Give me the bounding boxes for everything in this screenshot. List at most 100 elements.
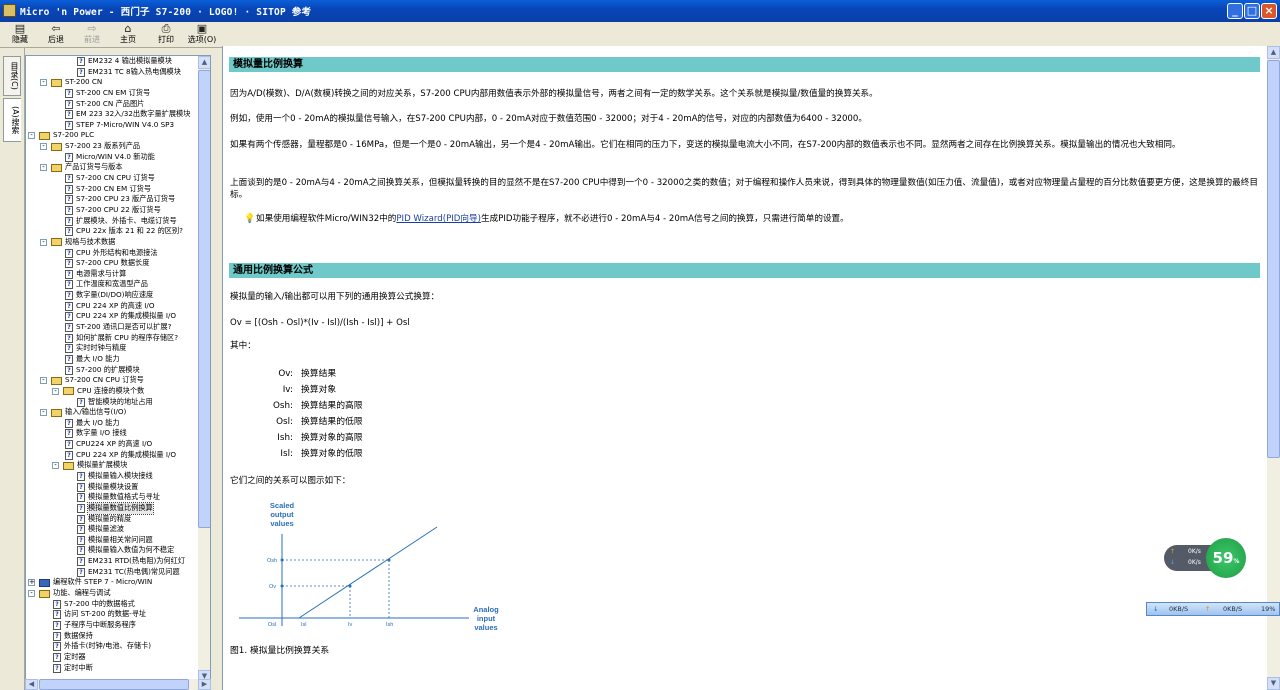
tree-topic-item[interactable]: ? CPU 224 XP 的集成模拟量 I/O — [26, 450, 198, 461]
tree-topic-item[interactable]: ? Micro/WIN V4.0 新功能 — [26, 152, 198, 163]
tree-topic-item[interactable]: ? 数据保持 — [26, 631, 198, 642]
tree-item-label: CPU 224 XP 的集成模拟量 I/O — [76, 449, 177, 459]
tree-topic-item[interactable]: ? EM231 TC 8输入热电偶模块 — [26, 67, 198, 78]
tree-horizontal-scrollbar[interactable]: ◀ ▶ — [25, 679, 211, 690]
scroll-left-button[interactable]: ◀ — [25, 679, 38, 690]
tree-topic-item[interactable]: ? S7-200 CPU 数据长度 — [26, 258, 198, 269]
content-scroll-up-button[interactable]: ▲ — [1267, 46, 1280, 59]
collapse-icon[interactable]: - — [40, 79, 47, 87]
tree-topic-item[interactable]: ? S7-200 CN EM 订货号 — [26, 184, 198, 195]
back-button[interactable]: ⇦ 后退 — [42, 23, 70, 46]
hide-button[interactable]: ▤ 隐藏 — [6, 23, 34, 46]
options-button[interactable]: ▣ 选项(O) — [186, 23, 218, 46]
tree-folder-item[interactable]: - 产品订货号与版本 — [26, 162, 198, 173]
tree-folder-item[interactable]: - 功能、编程与调试 — [26, 588, 198, 599]
maximize-button[interactable]: □ — [1244, 3, 1260, 19]
collapse-icon[interactable]: - — [28, 590, 35, 598]
pid-wizard-link[interactable]: PID Wizard(PID向导) — [396, 214, 481, 224]
tree-topic-item[interactable]: ? 电源需求与计算 — [26, 269, 198, 280]
print-button[interactable]: ⎙ 打印 — [152, 23, 180, 46]
network-monitor-widget[interactable]: ↑ 0K/s ↓ 0K/s 59% — [1164, 538, 1246, 578]
tree-topic-item[interactable]: ? 智能模块的地址占用 — [26, 397, 198, 408]
tree-topic-item[interactable]: ? S7-200 CN CPU 订货号 — [26, 173, 198, 184]
tree-topic-item[interactable]: ? ST-200 CN 产品图片 — [26, 99, 198, 110]
tree-topic-item[interactable]: ? 外插卡(时钟/电池、存储卡) — [26, 641, 198, 652]
horizontal-scroll-thumb[interactable] — [39, 679, 189, 690]
tree-topic-item[interactable]: ? EM231 RTD(热电阻)为何红灯 — [26, 556, 198, 567]
minimize-button[interactable]: _ — [1227, 3, 1243, 19]
collapse-icon[interactable]: - — [40, 377, 47, 385]
tree-topic-item[interactable]: ? S7-200 CPU 23 版产品订货号 — [26, 194, 198, 205]
tree-topic-item[interactable]: ? 模拟量相关常问问题 — [26, 535, 198, 546]
tree-item-label: 智能模块的地址占用 — [88, 396, 153, 406]
tree-folder-item[interactable]: + 编程软件 STEP 7 - Micro/WIN — [26, 577, 198, 588]
tree-topic-item[interactable]: ? CPU 224 XP 的集成模拟量 I/O — [26, 311, 198, 322]
tree-folder-item[interactable]: - 模拟量扩展模块 — [26, 460, 198, 471]
home-button[interactable]: ⌂ 主页 — [114, 23, 142, 46]
tab-search[interactable]: (A)搜索 — [3, 98, 21, 142]
tree-topic-item[interactable]: ? 数字量(DI/DO)响应速度 — [26, 290, 198, 301]
tree-topic-item[interactable]: ? 模拟量数值格式与寻址 — [26, 492, 198, 503]
tree-topic-item[interactable]: ? EM232 4 输出模拟量模块 — [26, 56, 198, 67]
tree-topic-item[interactable]: ? 子程序与中断服务程序 — [26, 620, 198, 631]
speed-status-bar[interactable]: ↓ 0KB/S ↑ 0KB/S 19% — [1146, 602, 1280, 616]
variable-desc: 换算结果 — [301, 369, 337, 379]
scroll-thumb[interactable] — [198, 70, 210, 528]
tree-folder-item[interactable]: - CPU 连接的模块个数 — [26, 386, 198, 397]
memory-usage-circle[interactable]: 59% — [1206, 538, 1246, 578]
tree-topic-item[interactable]: ? 扩展模块、外插卡、电缆订货号 — [26, 216, 198, 227]
collapse-icon[interactable]: - — [28, 132, 35, 140]
expand-icon[interactable]: + — [28, 579, 35, 587]
tree-topic-item[interactable]: ? 模拟量数值比例换算 — [26, 501, 198, 515]
tree-topic-item[interactable]: ? S7-200 CPU 22 版订货号 — [26, 205, 198, 216]
options-label: 选项(O) — [187, 35, 217, 44]
tree-topic-item[interactable]: ? EM231 TC(热电偶)常见问题 — [26, 567, 198, 578]
tree-topic-item[interactable]: ? CPU224 XP 的高速 I/O — [26, 439, 198, 450]
tree-topic-item[interactable]: ? CPU 22x 版本 21 和 22 的区别? — [26, 226, 198, 237]
tree-topic-item[interactable]: ? 模拟量模块设置 — [26, 482, 198, 493]
tree-topic-item[interactable]: ? 最大 I/O 能力 — [26, 354, 198, 365]
collapse-icon[interactable]: - — [52, 462, 59, 470]
content-scroll-down-button[interactable]: ▼ — [1267, 677, 1280, 690]
tree-vertical-scrollbar[interactable]: ▲ ▼ — [198, 56, 210, 683]
tree-topic-item[interactable]: ? ST-200 CN EM 订货号 — [26, 88, 198, 99]
tree-topic-item[interactable]: ? 模拟量滤波 — [26, 524, 198, 535]
tree-topic-item[interactable]: ? 如何扩展新 CPU 的程序存储区? — [26, 333, 198, 344]
app-icon[interactable] — [3, 4, 16, 17]
tree-folder-item[interactable]: - 输入/输出信号(I/O) — [26, 407, 198, 418]
tree-topic-item[interactable]: ? EM 223 32入/32出数字量扩展模块 — [26, 109, 198, 120]
tree-topic-item[interactable]: ? ST-200 通讯口是否可以扩展? — [26, 322, 198, 333]
tree-topic-item[interactable]: ? 定时中断 — [26, 663, 198, 674]
close-button[interactable]: × — [1261, 3, 1277, 19]
tree-topic-item[interactable]: ? CPU 外形结构和电源接法 — [26, 248, 198, 259]
content-scroll-thumb[interactable] — [1267, 60, 1280, 458]
tree-topic-item[interactable]: ? 数字量 I/O 接线 — [26, 428, 198, 439]
tree-folder-item[interactable]: - 规格与技术数据 — [26, 237, 198, 248]
tree-topic-item[interactable]: ? 模拟量的精度 — [26, 514, 198, 525]
tree-folder-item[interactable]: - S7-200 CN CPU 订货号 — [26, 375, 198, 386]
forward-button[interactable]: ⇨ 前进 — [78, 23, 106, 46]
tree-topic-item[interactable]: ? S7-200 的扩展模块 — [26, 365, 198, 376]
tree-folder-item[interactable]: - S7-200 PLC — [26, 130, 198, 141]
collapse-icon[interactable]: - — [40, 238, 47, 246]
tree-topic-item[interactable]: ? 工作温度和宽温型产品 — [26, 279, 198, 290]
collapse-icon[interactable]: - — [40, 143, 47, 151]
collapse-icon[interactable]: - — [40, 409, 47, 417]
collapse-icon[interactable]: - — [52, 387, 59, 395]
tree-topic-item[interactable]: ? 最大 I/O 能力 — [26, 418, 198, 429]
tree-topic-item[interactable]: ? 模拟量输入模块接线 — [26, 471, 198, 482]
tree-topic-item[interactable]: ? S7-200 中的数据格式 — [26, 599, 198, 610]
tree-topic-item[interactable]: ? 实时时钟与精度 — [26, 343, 198, 354]
tree-topic-item[interactable]: ? 模拟量输入数值为何不稳定 — [26, 545, 198, 556]
tree-folder-item[interactable]: - ST-200 CN — [26, 77, 198, 88]
tree-folder-item[interactable]: - S7-200 23 版系列产品 — [26, 141, 198, 152]
scroll-up-button[interactable]: ▲ — [198, 56, 210, 69]
tree-topic-item[interactable]: ? 访问 ST-200 的数据-寻址 — [26, 609, 198, 620]
content-vertical-scrollbar[interactable]: ▲ ▼ — [1267, 46, 1280, 690]
collapse-icon[interactable]: - — [40, 164, 47, 172]
scroll-right-button[interactable]: ▶ — [198, 679, 211, 690]
tab-contents[interactable]: 目录(C) — [3, 56, 21, 96]
tree-topic-item[interactable]: ? STEP 7-Micro/WIN V4.0 SP3 — [26, 120, 198, 131]
tree-topic-item[interactable]: ? 定时器 — [26, 652, 198, 663]
tree-topic-item[interactable]: ? CPU 224 XP 的高速 I/O — [26, 301, 198, 312]
